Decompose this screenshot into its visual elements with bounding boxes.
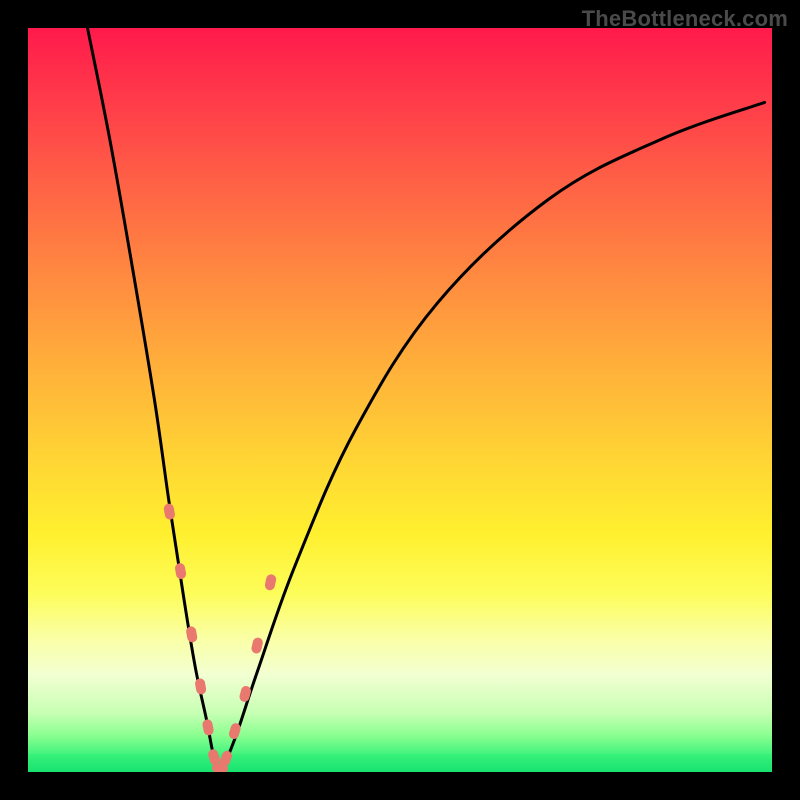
chart-frame: TheBottleneck.com: [0, 0, 800, 800]
scatter-marker: [238, 685, 252, 703]
chart-svg: [28, 28, 772, 772]
scatter-marker: [251, 637, 264, 655]
watermark-label: TheBottleneck.com: [582, 6, 788, 32]
curve-right-branch: [221, 102, 764, 772]
plot-area: [28, 28, 772, 772]
scatter-marker: [163, 503, 176, 521]
scatter-marker: [264, 573, 277, 591]
scatter-marker: [202, 719, 215, 737]
scatter-marker: [194, 678, 207, 695]
scatter-marker: [174, 562, 187, 580]
curve-left-branch: [88, 28, 222, 772]
